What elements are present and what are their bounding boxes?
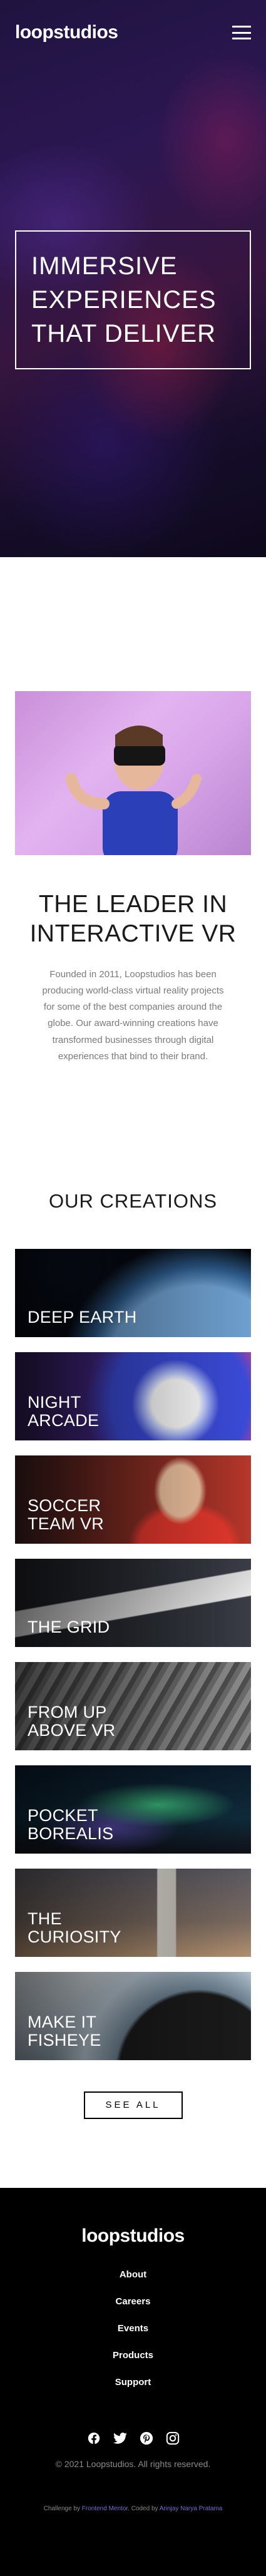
- footer-logo[interactable]: loopstudios: [15, 2225, 251, 2247]
- creation-card-label: FROM UP ABOVE VR: [28, 1703, 116, 1740]
- site-logo[interactable]: loopstudios: [15, 22, 118, 43]
- creation-card-label: SOCCER TEAM VR: [28, 1496, 105, 1533]
- footer-link-careers[interactable]: Careers: [15, 2296, 251, 2307]
- vr-person-illustration: [66, 726, 202, 855]
- creation-card-label: DEEP EARTH: [28, 1307, 137, 1326]
- footer-link-about[interactable]: About: [15, 2269, 251, 2280]
- footer-navigation: About Careers Events Products Support: [15, 2269, 251, 2388]
- twitter-icon[interactable]: [112, 2430, 128, 2446]
- creation-card-from-up-above-vr[interactable]: FROM UP ABOVE VR: [15, 1662, 251, 1751]
- creation-card-label: MAKE IT FISHEYE: [28, 2013, 101, 2050]
- footer-link-support[interactable]: Support: [15, 2377, 251, 2388]
- vr-headset-image: [15, 691, 251, 855]
- creations-title: OUR CREATIONS: [48, 1190, 218, 1213]
- creation-card-pocket-borealis[interactable]: POCKET BOREALIS: [15, 1765, 251, 1854]
- hero-title: IMMERSIVE EXPERIENCES THAT DELIVER: [31, 252, 217, 347]
- site-footer: loopstudios About Careers Events Product…: [0, 2188, 266, 2576]
- facebook-icon[interactable]: [86, 2430, 102, 2446]
- hamburger-line: [232, 38, 251, 39]
- creation-card-soccer-team-vr[interactable]: SOCCER TEAM VR: [15, 1455, 251, 1544]
- interactive-section: THE LEADER IN INTERACTIVE VR Founded in …: [0, 557, 266, 1065]
- instagram-icon[interactable]: [165, 2430, 181, 2446]
- see-all-button[interactable]: SEE ALL: [83, 2091, 183, 2120]
- author-link[interactable]: Arinjay Narya Pratama: [160, 2505, 223, 2512]
- pinterest-icon[interactable]: [138, 2430, 155, 2446]
- hamburger-line: [232, 31, 251, 34]
- attribution-prefix: Challenge by: [43, 2505, 80, 2513]
- creation-card-label: THE GRID: [28, 1617, 110, 1636]
- hamburger-line: [232, 26, 251, 28]
- top-navigation: loopstudios: [0, 0, 266, 65]
- leader-description: Founded in 2011, Loopstudios has been pr…: [42, 968, 224, 1062]
- creation-card-label: POCKET BOREALIS: [28, 1806, 114, 1843]
- frontend-mentor-link[interactable]: Frontend Mentor: [82, 2505, 128, 2512]
- social-links: [15, 2430, 251, 2446]
- creation-card-night-arcade[interactable]: NIGHT ARCADE: [15, 1352, 251, 1441]
- creation-card-the-grid[interactable]: THE GRID: [15, 1559, 251, 1648]
- creations-list: DEEP EARTH NIGHT ARCADE SOCCER TEAM VR T…: [15, 1249, 251, 2061]
- attribution-middle: . Coded by: [128, 2505, 158, 2513]
- creation-card-the-curiosity[interactable]: THE CURIOSITY: [15, 1869, 251, 1958]
- hamburger-menu-icon[interactable]: [232, 26, 251, 39]
- creation-card-label: THE CURIOSITY: [28, 1909, 121, 1946]
- see-all-wrapper: SEE ALL: [15, 2060, 251, 2120]
- creation-card-label: NIGHT ARCADE: [28, 1393, 100, 1430]
- creations-section: OUR CREATIONS DEEP EARTH NIGHT ARCADE SO…: [0, 1065, 266, 2120]
- footer-link-events[interactable]: Events: [15, 2323, 251, 2334]
- footer-link-products[interactable]: Products: [15, 2350, 251, 2361]
- hero-section: loopstudios IMMERSIVE EXPERIENCES THAT D…: [0, 0, 266, 557]
- creation-card-make-it-fisheye[interactable]: MAKE IT FISHEYE: [15, 1972, 251, 2061]
- hero-title-box: IMMERSIVE EXPERIENCES THAT DELIVER: [15, 230, 251, 369]
- creation-card-deep-earth[interactable]: DEEP EARTH: [15, 1249, 251, 1338]
- leader-title: THE LEADER IN INTERACTIVE VR: [29, 891, 237, 947]
- leader-block: THE LEADER IN INTERACTIVE VR Founded in …: [15, 855, 251, 1065]
- attribution-text: Challenge by Frontend Mentor. Coded by A…: [15, 2505, 251, 2512]
- copyright-text: © 2021 Loopstudios. All rights reserved.: [55, 2459, 211, 2470]
